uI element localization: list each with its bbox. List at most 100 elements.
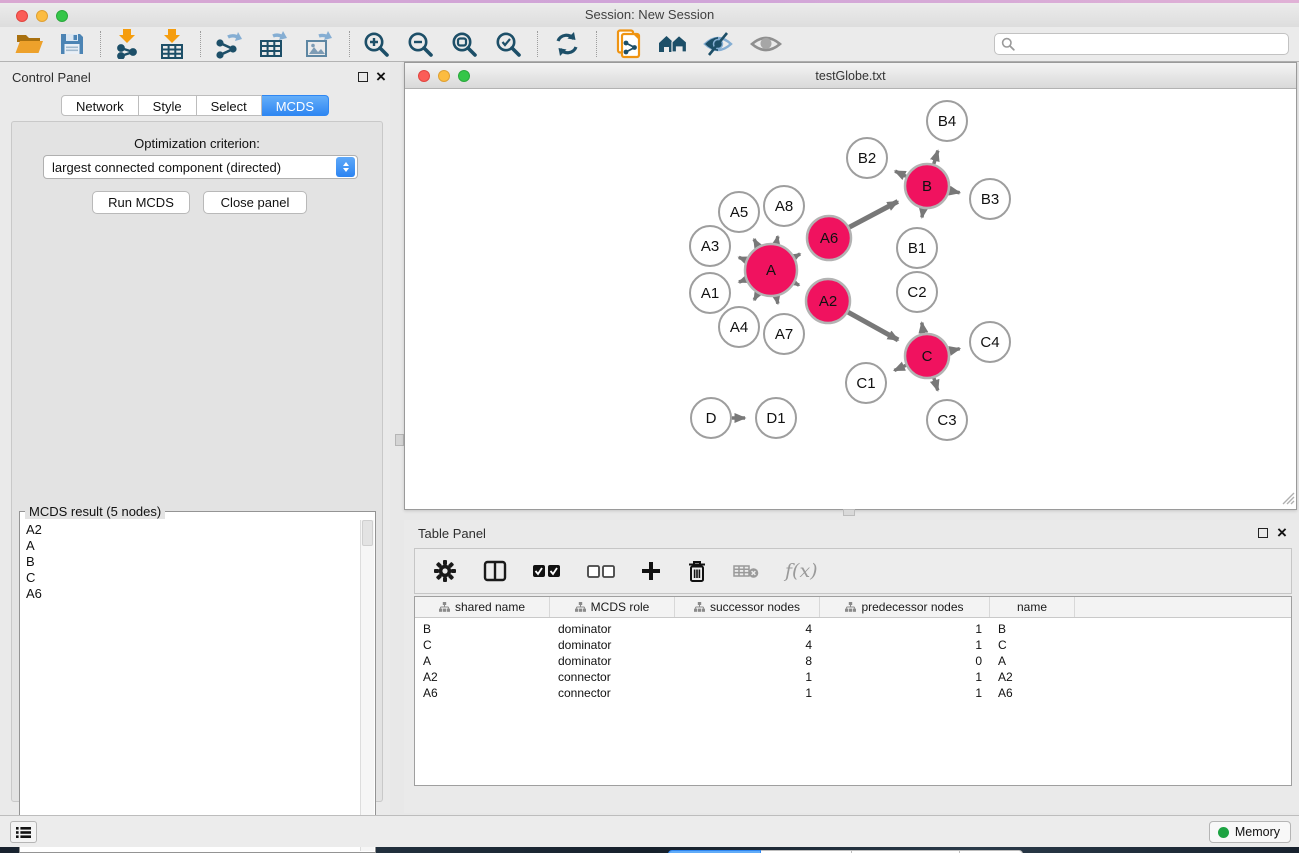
graph-node-D1[interactable]: D1	[756, 398, 796, 438]
delete-column-icon[interactable]	[687, 560, 707, 583]
graph-edge-A-A5[interactable]	[754, 239, 758, 246]
table-row[interactable]: Adominator80A	[415, 653, 1291, 669]
column-header-MCDS-role[interactable]: MCDS role	[550, 597, 675, 617]
mcds-result-item[interactable]: B	[26, 554, 355, 570]
network-canvas[interactable]: AA1A2A3A4A5A6A7A8BB1B2B3B4CC1C2C3C4DD1	[405, 89, 1296, 509]
tab-mcds[interactable]: MCDS	[262, 95, 329, 116]
graph-edge-A-A4[interactable]	[754, 294, 758, 300]
open-session-icon[interactable]	[14, 29, 44, 59]
close-window-button[interactable]	[16, 10, 28, 22]
settings-gear-icon[interactable]	[433, 559, 457, 583]
column-header-shared-name[interactable]: shared name	[415, 597, 550, 617]
table-close-panel-icon[interactable]: ×	[1277, 528, 1287, 538]
table-row[interactable]: Bdominator41B	[415, 621, 1291, 637]
graph-node-A5[interactable]: A5	[719, 192, 759, 232]
graph-node-A[interactable]: A	[745, 244, 797, 296]
graph-node-C[interactable]: C	[905, 334, 949, 378]
horizontal-splitter-handle[interactable]	[843, 509, 855, 516]
graph-edge-A-A6[interactable]	[795, 254, 800, 257]
graph-edge-A2-C[interactable]	[848, 312, 898, 340]
graph-node-A8[interactable]: A8	[764, 186, 804, 226]
graph-node-B4[interactable]: B4	[927, 101, 967, 141]
export-network-icon[interactable]	[214, 29, 244, 59]
graph-edge-A-A1[interactable]	[739, 280, 746, 283]
hide-details-icon[interactable]	[703, 29, 733, 59]
graph-edge-B-B3[interactable]	[950, 191, 960, 193]
show-details-icon[interactable]	[750, 29, 782, 59]
graph-node-B1[interactable]: B1	[897, 228, 937, 268]
resize-grip-icon[interactable]	[1282, 492, 1295, 508]
graph-edge-B-B1[interactable]	[922, 209, 923, 218]
zoom-fit-icon[interactable]	[451, 29, 478, 59]
tab-style[interactable]: Style	[139, 95, 197, 116]
result-list-scrollbar[interactable]	[360, 520, 374, 851]
vertical-splitter-handle[interactable]	[395, 434, 404, 446]
import-network-icon[interactable]	[116, 29, 142, 59]
graph-node-A1[interactable]: A1	[690, 273, 730, 313]
network-minimize-button[interactable]	[438, 70, 450, 82]
run-mcds-button[interactable]: Run MCDS	[92, 191, 190, 214]
network-close-button[interactable]	[418, 70, 430, 82]
zoom-out-icon[interactable]	[407, 29, 434, 59]
table-row[interactable]: A2connector11A2	[415, 669, 1291, 685]
graph-edge-C-C4[interactable]	[949, 349, 959, 351]
close-panel-icon[interactable]: ×	[376, 72, 386, 82]
table-row[interactable]: Cdominator41C	[415, 637, 1291, 653]
zoom-window-button[interactable]	[56, 10, 68, 22]
graph-node-C1[interactable]: C1	[846, 363, 886, 403]
function-builder-icon[interactable]: f(x)	[785, 560, 818, 582]
graph-node-B2[interactable]: B2	[847, 138, 887, 178]
export-image-icon[interactable]	[304, 29, 334, 59]
graph-edge-A-A8[interactable]	[776, 236, 777, 243]
graph-edge-A-A3[interactable]	[739, 257, 746, 260]
network-window-titlebar[interactable]: testGlobe.txt	[405, 63, 1296, 89]
network-zoom-button[interactable]	[458, 70, 470, 82]
graph-node-B3[interactable]: B3	[970, 179, 1010, 219]
select-all-icon[interactable]	[533, 564, 561, 578]
task-history-button[interactable]	[10, 821, 37, 843]
graph-node-A6[interactable]: A6	[807, 216, 851, 260]
graph-node-A4[interactable]: A4	[719, 307, 759, 347]
mcds-result-item[interactable]: A6	[26, 586, 355, 602]
graph-edge-B-B4[interactable]	[934, 151, 938, 164]
new-network-from-selection-icon[interactable]	[615, 29, 643, 59]
search-input[interactable]	[1019, 37, 1288, 51]
graph-edge-C-C1[interactable]	[894, 365, 906, 370]
column-header-successor-nodes[interactable]: successor nodes	[675, 597, 820, 617]
tab-select[interactable]: Select	[197, 95, 262, 116]
table-row[interactable]: A6connector11A6	[415, 685, 1291, 701]
mcds-result-item[interactable]: A	[26, 538, 355, 554]
graph-node-D[interactable]: D	[691, 398, 731, 438]
deselect-all-icon[interactable]	[587, 564, 615, 578]
zoom-in-icon[interactable]	[363, 29, 390, 59]
column-visibility-icon[interactable]	[483, 560, 507, 582]
float-panel-icon[interactable]	[358, 72, 368, 82]
graph-edge-A6-B[interactable]	[849, 201, 898, 227]
graph-node-A2[interactable]: A2	[806, 279, 850, 323]
import-table-icon[interactable]	[159, 29, 185, 59]
close-panel-button[interactable]: Close panel	[203, 191, 307, 214]
graph-node-C3[interactable]: C3	[927, 400, 967, 440]
zoom-selected-icon[interactable]	[495, 29, 522, 59]
graph-node-A3[interactable]: A3	[690, 226, 730, 266]
column-header-name[interactable]: name	[990, 597, 1075, 617]
home-icon[interactable]	[658, 29, 688, 59]
refresh-icon[interactable]	[553, 29, 581, 59]
graph-edge-B-B2[interactable]	[895, 171, 906, 176]
optimization-criterion-dropdown[interactable]: largest connected component (directed)	[43, 155, 358, 179]
graph-node-B[interactable]: B	[905, 164, 949, 208]
graph-edge-C-C2[interactable]	[922, 323, 924, 334]
minimize-window-button[interactable]	[36, 10, 48, 22]
table-float-panel-icon[interactable]	[1258, 528, 1268, 538]
graph-edge-A-A2[interactable]	[795, 283, 799, 285]
tab-network[interactable]: Network	[61, 95, 139, 116]
save-session-icon[interactable]	[59, 29, 85, 59]
add-column-icon[interactable]	[641, 561, 661, 581]
search-field[interactable]	[994, 33, 1289, 55]
mcds-result-item[interactable]: A2	[26, 522, 355, 538]
graph-node-A7[interactable]: A7	[764, 314, 804, 354]
graph-node-C2[interactable]: C2	[897, 272, 937, 312]
column-header-predecessor-nodes[interactable]: predecessor nodes	[820, 597, 990, 617]
graph-edge-A-A7[interactable]	[776, 296, 777, 303]
export-table-icon[interactable]	[259, 29, 289, 59]
